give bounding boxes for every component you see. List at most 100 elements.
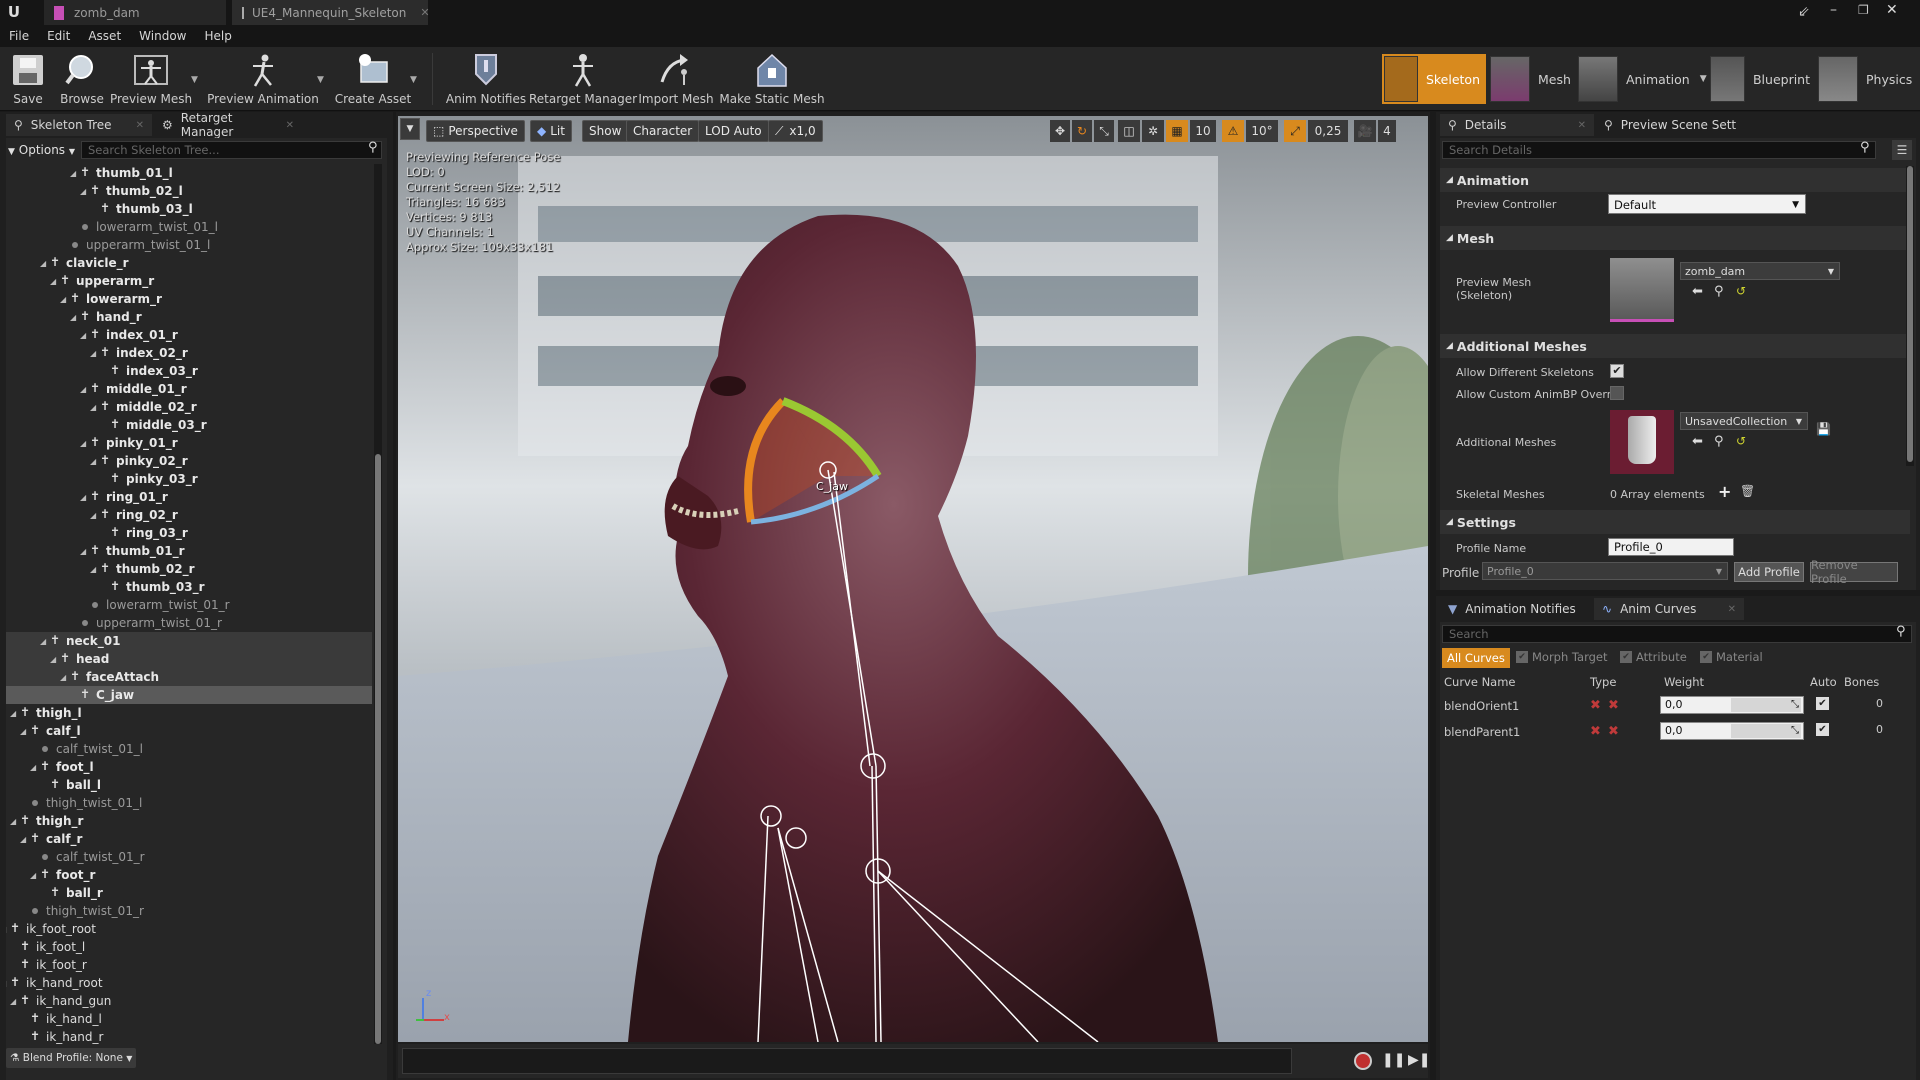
reset-icon[interactable]: ↺ (1736, 434, 1746, 448)
grid-snap-value[interactable]: 10 (1190, 120, 1216, 142)
tree-row[interactable]: ✝ thumb_03_r (6, 578, 372, 596)
curves-search-input[interactable]: Search (1442, 625, 1912, 643)
tree-row[interactable]: ◢ ✝ index_01_r (6, 326, 372, 344)
tree-row[interactable]: calf_twist_01_l (6, 740, 372, 758)
expand-arrow-icon[interactable]: ◢ (30, 763, 36, 772)
tab-details[interactable]: ⚲ Details ✕ (1440, 114, 1594, 136)
animation-mode-dropdown-icon[interactable]: ▼ (1700, 74, 1707, 84)
rotation-snap-value[interactable]: 10° (1246, 120, 1278, 142)
preview-mesh-thumbnail[interactable] (1610, 258, 1674, 322)
save-collection-icon[interactable]: 💾 (1816, 422, 1831, 436)
close-tab-icon[interactable]: ✕ (286, 120, 294, 131)
material-type-icon[interactable]: ✖ (1608, 724, 1619, 739)
curve-row[interactable]: blendOrient1 ✖ ✖ 0,0 ⤡ ✔ 0 (1440, 694, 1916, 718)
tree-row[interactable]: ◢ ✝ upperarm_r (6, 272, 372, 290)
expand-arrow-icon[interactable]: ◢ (10, 997, 16, 1006)
tab-preview-scene[interactable]: ⚲ Preview Scene Sett (1596, 114, 1750, 136)
tree-row[interactable]: ◢ ✝ thumb_01_r (6, 542, 372, 560)
expand-arrow-icon[interactable]: ◢ (30, 871, 36, 880)
anim-notifies-button[interactable]: Anim Notifies (446, 49, 526, 109)
column-bones[interactable]: Bones (1844, 675, 1879, 689)
perspective-button[interactable]: ⬚ Perspective (426, 120, 525, 142)
tab-animation-notifies[interactable]: ▼ Animation Notifies (1440, 598, 1590, 620)
delete-elements-icon[interactable]: 🗑 (1740, 484, 1755, 498)
retarget-manager-button[interactable]: Retarget Manager (529, 49, 637, 109)
expand-arrow-icon[interactable]: ◢ (50, 655, 56, 664)
tree-row[interactable]: ◢ ✝ thigh_r (6, 812, 372, 830)
pause-button[interactable]: ❚❚ (1382, 1052, 1405, 1068)
remove-profile-button[interactable]: Remove Profile (1810, 558, 1898, 586)
weight-spinbox[interactable]: 0,0 ⤡ (1660, 696, 1804, 714)
tree-row[interactable]: ✝ ik_foot_l (6, 938, 372, 956)
create-asset-button[interactable]: Create Asset (335, 49, 411, 109)
expand-arrow-icon[interactable]: ◢ (90, 403, 96, 412)
add-element-icon[interactable]: + (1718, 482, 1731, 501)
tree-row[interactable]: ◢ ✝ head (6, 650, 372, 668)
curve-row[interactable]: blendParent1 ✖ ✖ 0,0 ⤡ ✔ 0 (1440, 720, 1916, 744)
tree-row[interactable]: ◢ ✝ ring_02_r (6, 506, 372, 524)
mode-skeleton[interactable]: Skeleton (1382, 54, 1486, 104)
tree-row[interactable]: ◢ ✝ ik_hand_gun (6, 992, 372, 1010)
surface-snap-icon[interactable]: ✲ (1142, 120, 1164, 142)
expand-arrow-icon[interactable]: ◢ (40, 259, 46, 268)
view-options-icon[interactable]: ☰ (1892, 140, 1912, 160)
close-tab-icon[interactable]: ✕ (420, 6, 429, 19)
column-auto[interactable]: Auto (1810, 675, 1837, 689)
tree-row[interactable]: thigh_twist_01_l (6, 794, 372, 812)
tree-row[interactable]: ◢ ✝ faceAttach (6, 668, 372, 686)
tree-row[interactable]: upperarm_twist_01_r (6, 614, 372, 632)
section-settings[interactable]: ◢ Settings (1440, 510, 1910, 534)
expand-arrow-icon[interactable]: ◢ (70, 169, 76, 178)
tree-row[interactable]: ◢✝ik_foot_root (6, 920, 372, 938)
preview-mesh-button[interactable]: Preview Mesh (110, 49, 192, 109)
unreal-logo-icon[interactable]: U (4, 3, 24, 22)
expand-arrow-icon[interactable]: ◢ (80, 187, 86, 196)
tree-row[interactable]: ◢ ✝ foot_r (6, 866, 372, 884)
tree-row[interactable]: lowerarm_twist_01_l (6, 218, 372, 236)
additional-meshes-dropdown[interactable]: UnsavedCollection ▼ (1680, 412, 1808, 430)
timeline-scrubber[interactable] (402, 1048, 1292, 1074)
tree-row[interactable]: ✝ ball_r (6, 884, 372, 902)
search-icon[interactable]: ⚲ (1860, 140, 1870, 155)
expand-arrow-icon[interactable]: ◢ (90, 511, 96, 520)
source-control-icon[interactable]: ⇙ (1798, 4, 1810, 20)
menu-asset[interactable]: Asset (79, 29, 130, 43)
browse-asset-icon[interactable]: ⚲ (1714, 434, 1724, 449)
tree-row[interactable]: ◢✝ik_hand_root (6, 974, 372, 992)
column-type[interactable]: Type (1590, 675, 1616, 689)
column-weight[interactable]: Weight (1664, 675, 1704, 689)
filter-attribute[interactable]: ✔ Attribute (1620, 650, 1687, 664)
tree-row[interactable]: ✝ middle_03_r (6, 416, 372, 434)
save-button[interactable]: Save (8, 49, 48, 109)
character-button[interactable]: Character (626, 120, 700, 142)
details-scrollbar-thumb[interactable] (1907, 166, 1913, 462)
rotation-snap-icon[interactable]: ⚠ (1222, 120, 1244, 142)
tree-row[interactable]: ◢ ✝ thigh_l (6, 704, 372, 722)
scale-icon[interactable]: ⤡ (1094, 120, 1114, 142)
search-icon[interactable]: ⚲ (368, 140, 378, 155)
tree-row[interactable]: ◢ ✝ thumb_01_l (6, 164, 372, 182)
expand-arrow-icon[interactable]: ◢ (40, 637, 46, 646)
section-additional-meshes[interactable]: ◢ Additional Meshes (1440, 334, 1910, 358)
morph-target-checkbox[interactable]: ✔ (1516, 651, 1528, 663)
skeleton-search-input[interactable]: Search Skeleton Tree... (81, 141, 382, 159)
step-forward-button[interactable]: ▶❚ (1408, 1052, 1431, 1068)
tree-row[interactable]: ◢ ✝ middle_01_r (6, 380, 372, 398)
tree-row[interactable]: ✝ ring_03_r (6, 524, 372, 542)
menu-file[interactable]: File (0, 29, 38, 43)
show-button[interactable]: Show (582, 120, 629, 142)
blend-profile-dropdown[interactable]: ⚗ Blend Profile: None ▼ (6, 1048, 137, 1068)
tree-row[interactable]: calf_twist_01_r (6, 848, 372, 866)
tree-row[interactable]: upperarm_twist_01_l (6, 236, 372, 254)
tree-row[interactable]: ✝ ik_hand_l (6, 1010, 372, 1028)
tree-row[interactable]: ◢ ✝ foot_l (6, 758, 372, 776)
camera-speed-value[interactable]: 4 (1378, 120, 1396, 142)
grid-snap-icon[interactable]: ▦ (1166, 120, 1188, 142)
menu-edit[interactable]: Edit (38, 29, 79, 43)
scale-snap-value[interactable]: 0,25 (1308, 120, 1348, 142)
tree-row[interactable]: lowerarm_twist_01_r (6, 596, 372, 614)
preview-controller-dropdown[interactable]: Default ▼ (1608, 194, 1806, 214)
expand-arrow-icon[interactable]: ◢ (50, 277, 56, 286)
mode-animation[interactable]: Animation ▼ (1578, 54, 1710, 104)
tree-row[interactable]: ◢ ✝ clavicle_r (6, 254, 372, 272)
